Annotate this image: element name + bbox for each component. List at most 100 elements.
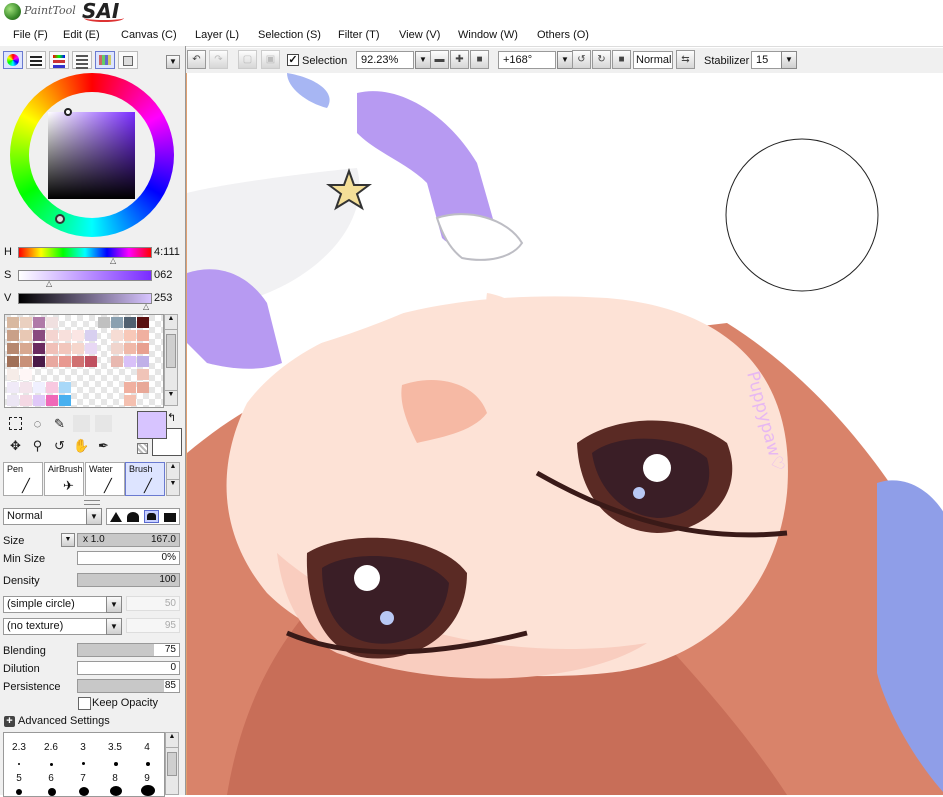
title-bar: PaintTool SAI: [0, 0, 943, 24]
brush-size-preset[interactable]: 9: [132, 773, 162, 784]
brush-presets-scrollbar[interactable]: ▲ ▼: [166, 462, 180, 496]
menu-edit[interactable]: Edit (E): [63, 29, 100, 41]
flip-horizontal-icon[interactable]: ⇆: [676, 50, 695, 69]
blending-slider-fill: [78, 644, 154, 656]
menu-view[interactable]: View (V): [399, 29, 440, 41]
menu-others[interactable]: Others (O): [537, 29, 589, 41]
brush-shape-dropdown-button[interactable]: ▼: [106, 596, 122, 613]
zoom-value: 92.23%: [361, 54, 399, 66]
rotate-cw-icon[interactable]: ↻: [592, 50, 611, 69]
hue-cursor: [55, 214, 65, 224]
rect-select-icon[interactable]: [7, 415, 24, 432]
menu-selection[interactable]: Selection (S): [258, 29, 321, 41]
brush-mode-dropdown-button[interactable]: ▼: [86, 508, 102, 525]
brush-preset-pen[interactable]: Pen ╱: [3, 462, 43, 496]
toolbar-collapse-button[interactable]: [166, 55, 167, 56]
undo-icon[interactable]: ↶: [187, 50, 206, 69]
redo-icon[interactable]: ↷: [209, 50, 228, 69]
menu-window[interactable]: Window (W): [458, 29, 518, 41]
deselect-icon[interactable]: ▢: [238, 50, 257, 69]
brush-sizes-scrollbar[interactable]: ▲: [165, 732, 179, 795]
advanced-settings-label[interactable]: Advanced Settings: [18, 715, 110, 727]
density-slider[interactable]: 100: [77, 573, 180, 587]
rotate-icon[interactable]: ↺: [51, 437, 68, 454]
brush-size-preset[interactable]: 2.6: [36, 742, 66, 753]
stabilizer-dropdown-button[interactable]: ▼: [781, 51, 797, 69]
hardness-soft-icon[interactable]: [110, 512, 122, 522]
rgb-slider-tab-icon[interactable]: [26, 51, 46, 69]
brush-shape-select[interactable]: (simple circle): [3, 596, 107, 613]
size-range-dropdown[interactable]: ▼: [61, 533, 75, 547]
hsv-slider-tab-icon[interactable]: [49, 51, 69, 69]
saturation-slider[interactable]: [18, 270, 152, 281]
zoom-field[interactable]: 92.23%: [356, 51, 414, 69]
rotation-dropdown-button[interactable]: ▼: [557, 51, 573, 69]
hardness-hard-icon[interactable]: [144, 510, 159, 523]
brush-size-preset[interactable]: 3: [68, 742, 98, 753]
rotation-reset-icon[interactable]: ■: [612, 50, 631, 69]
size-label: Size: [3, 535, 25, 547]
zoom-icon[interactable]: ⚲: [29, 437, 46, 454]
brush-size-preset[interactable]: 8: [100, 773, 130, 784]
hardness-medium-icon[interactable]: [127, 512, 139, 522]
selection-checkbox[interactable]: ✓: [287, 54, 299, 66]
move-icon[interactable]: ✥: [7, 437, 24, 454]
lasso-icon[interactable]: ◌: [29, 415, 46, 432]
brush-mode-select[interactable]: Normal: [3, 508, 87, 525]
rotation-field[interactable]: +168°: [498, 51, 556, 69]
dilution-slider[interactable]: 0: [77, 661, 180, 675]
drawing-canvas[interactable]: Puppypaw♡: [186, 73, 943, 795]
menu-layer[interactable]: Layer (L): [195, 29, 239, 41]
brush-texture-select[interactable]: (no texture): [3, 618, 107, 635]
hand-icon[interactable]: ✋: [73, 437, 90, 454]
primary-color-swatch[interactable]: [137, 411, 167, 439]
brush-preset-water[interactable]: Water ╱: [85, 462, 125, 496]
brush-size-dot: [18, 763, 20, 765]
rotate-ccw-icon[interactable]: ↺: [572, 50, 591, 69]
invert-selection-icon[interactable]: ▣: [261, 50, 280, 69]
size-slider[interactable]: x 1.0 167.0: [77, 533, 180, 547]
zoom-out-icon[interactable]: ▬: [430, 50, 449, 69]
value-slider[interactable]: [18, 293, 152, 304]
brush-size-preset[interactable]: 7: [68, 773, 98, 784]
hue-label: H: [4, 246, 12, 258]
zoom-reset-icon[interactable]: ■: [470, 50, 489, 69]
persistence-slider[interactable]: 85: [77, 679, 180, 693]
hue-slider-thumb: △: [110, 256, 117, 265]
brush-preset-airbrush[interactable]: AirBrush ✈: [44, 462, 84, 496]
advanced-settings-expand-icon[interactable]: +: [4, 716, 15, 727]
menu-file[interactable]: File (F): [13, 29, 48, 41]
hue-slider[interactable]: [18, 247, 152, 258]
brush-preset-brush[interactable]: Brush ╱: [125, 462, 165, 496]
swap-colors-icon[interactable]: ↰: [167, 411, 176, 424]
min-size-slider[interactable]: 0%: [77, 551, 180, 565]
zoom-in-icon[interactable]: ✚: [450, 50, 469, 69]
menu-filter[interactable]: Filter (T): [338, 29, 380, 41]
brush-texture-dropdown-button[interactable]: ▼: [106, 618, 122, 635]
swatch-grid-tab-icon[interactable]: [95, 51, 115, 69]
brush-size-preset[interactable]: 4: [132, 742, 162, 753]
palette-scrollbar[interactable]: ▲ ▼: [164, 314, 178, 406]
brush-shape-value: (simple circle): [7, 598, 75, 610]
menu-canvas[interactable]: Canvas (C): [121, 29, 177, 41]
blending-slider[interactable]: 75: [77, 643, 180, 657]
view-blend-field[interactable]: Normal: [633, 51, 673, 69]
brush-size-preset[interactable]: 3.5: [100, 742, 130, 753]
transparent-color-icon[interactable]: [137, 443, 148, 454]
brush-size-preset[interactable]: 2.3: [4, 742, 34, 753]
eyedropper-icon[interactable]: ✒: [95, 437, 112, 454]
scratchpad-tab-icon[interactable]: [118, 51, 138, 69]
saturation-value: 062: [154, 269, 173, 281]
swatch-list-tab-icon[interactable]: [72, 51, 92, 69]
brush-size-preset[interactable]: 5: [4, 773, 34, 784]
color-wheel-tab-icon[interactable]: [3, 51, 23, 69]
saturation-value-square[interactable]: [48, 112, 135, 199]
hardness-flat-icon[interactable]: [164, 513, 176, 522]
panel-collapse-button[interactable]: ▼: [166, 55, 180, 69]
zoom-dropdown-button[interactable]: ▼: [415, 51, 431, 69]
swatch-grid[interactable]: [5, 315, 163, 407]
magic-wand-icon[interactable]: ✎: [51, 415, 68, 432]
brush-size-preset[interactable]: 6: [36, 773, 66, 784]
panel-splitter[interactable]: [84, 500, 100, 505]
keep-opacity-checkbox[interactable]: [78, 697, 91, 710]
